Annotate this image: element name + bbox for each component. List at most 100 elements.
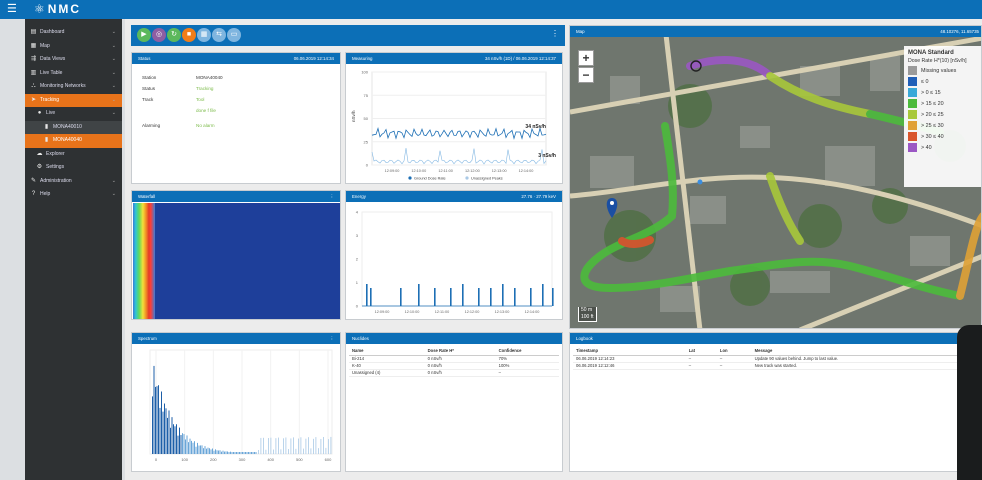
chevron-down-icon: ⌄ — [111, 177, 116, 184]
table-icon: ▥ — [30, 69, 37, 76]
sidebar-item-administration[interactable]: ✎ Administration ⌄ — [25, 175, 122, 189]
spectrum-bar — [224, 451, 225, 454]
waterfall-panel-title: Waterfall — [138, 194, 156, 199]
sidebar-item-live[interactable]: ● Live ⌄ — [25, 107, 122, 121]
sidebar-item-data-views[interactable]: ⇶ Data Views ⌄ — [25, 53, 122, 67]
spectrum-bar — [174, 426, 176, 454]
sidebar-item-dashboard[interactable]: ▤ Dashboard ⌄ — [25, 26, 122, 40]
map-panel[interactable]: Map 48.10276, 11.65735 + − 50 m 100 ft MON… — [569, 25, 982, 329]
status-value: MONA40040 — [196, 75, 223, 80]
nuclides-panel: Nuclides Name Dose Rate H* Confidence Bi-21… — [345, 332, 563, 472]
share-button[interactable]: ⇆ — [212, 28, 226, 42]
energy-peak — [366, 284, 368, 306]
column-header[interactable]: Message — [751, 347, 979, 356]
map-scale-imperial: 100 ft — [581, 314, 594, 320]
energy-xtick: 12:09:00 — [375, 310, 390, 314]
zoom-out-button[interactable]: − — [578, 67, 594, 83]
column-header[interactable]: Dose Rate H* — [424, 347, 496, 356]
record-button[interactable]: ◎ — [152, 28, 166, 42]
column-header[interactable]: Confidence — [495, 347, 559, 356]
spectrum-bar — [303, 448, 304, 454]
table-row[interactable]: 06.06.2019 12:12:46– – New track was start… — [573, 362, 979, 370]
measuring-ytick: 75 — [364, 93, 369, 98]
measuring-panel: Measuring 34 nSv/h (1D) / 06.06.2019 12:1… — [345, 52, 563, 184]
spectrum-bar — [248, 452, 249, 454]
legend-row: ≤ 0 — [908, 77, 980, 88]
sidebar-item-explorer[interactable]: ☁ Explorer — [25, 148, 122, 162]
waterfall-more-icon[interactable]: ⋮ — [330, 191, 334, 202]
spectrum-bar — [156, 386, 158, 454]
legend-label: > 40 — [921, 145, 932, 151]
table-row[interactable]: 06.06.2019 12:14:23– – Update 90 values be… — [573, 355, 979, 363]
explorer-icon: ☁ — [36, 150, 43, 157]
stop-button[interactable]: ■ — [182, 28, 196, 42]
chevron-down-icon: ⌄ — [111, 83, 116, 89]
spectrum-bar — [218, 450, 219, 454]
legend-swatch — [908, 143, 917, 153]
status-panel: Status 06.06.2019 12:14:34 Station MONA400… — [131, 52, 341, 184]
waterfall-panel-header: Waterfall ⋮ — [132, 191, 340, 202]
play-button[interactable]: ▶ — [137, 28, 151, 42]
map-panel-header: Map 48.10276, 11.65735 — [570, 26, 981, 37]
play-icon: ▶ — [141, 31, 147, 38]
spectrum-bar — [222, 450, 224, 454]
spectrum-bar — [189, 438, 191, 454]
energy-xtick: 12:10:00 — [405, 310, 420, 314]
measuring-xtick: 12:11:00 — [438, 169, 453, 173]
table-row[interactable]: Unassigned (4) 0 nSv/h – — [349, 369, 559, 377]
column-header[interactable]: Lat — [685, 347, 717, 356]
measuring-header-value: 34 nSv/h (1D) / 06.06.2019 12:14:37 — [484, 56, 556, 61]
sidebar-item-mona40040[interactable]: ▮ MONA40040 — [25, 134, 122, 148]
energy-peak — [400, 288, 402, 306]
hamburger-icon[interactable]: ☰ — [7, 3, 17, 15]
map-legend: MONA Standard Dose Rate H*(10) [nSv/h] M… — [904, 46, 981, 187]
measuring-ylabel: nSv/h — [351, 110, 356, 122]
sidebar-item-label: Explorer — [46, 150, 65, 157]
spectrum-bar — [283, 438, 284, 454]
app-logo[interactable]: ⚛ NMC — [34, 3, 81, 16]
screenshot-frame: ☰ ⚛ NMC ▤ Dashboard ⌄ ▦ Map ⌄ ⇶ Data Views ⌄ ▥ Live… — [0, 0, 982, 480]
column-header[interactable]: Timestamp — [573, 347, 686, 356]
column-header[interactable]: Name — [349, 347, 425, 356]
spectrum-bar — [173, 424, 174, 454]
energy-xtick: 12:14:00 — [525, 310, 540, 314]
status-value: done f file — [196, 108, 216, 113]
table-cell: – — [685, 362, 717, 370]
monitor-button[interactable]: ▭ — [227, 28, 241, 42]
device-icon: ▮ — [44, 137, 49, 143]
legend-label: > 30 ≤ 40 — [921, 134, 944, 140]
grid-button[interactable]: ▦ — [197, 28, 211, 42]
spectrum-bar — [176, 424, 177, 454]
sidebar-item-map[interactable]: ▦ Map ⌄ — [25, 40, 122, 54]
energy-panel-header: Energy 27.76 · 27.79 keV — [346, 191, 562, 202]
spectrum-bar — [206, 448, 207, 454]
waterfall-plot — [133, 203, 340, 319]
zoom-in-button[interactable]: + — [578, 50, 594, 66]
toolbar-more-icon[interactable]: ⋮ — [551, 29, 559, 38]
spectrum-bar — [268, 438, 269, 454]
table-cell: 06.06.2019 12:12:46 — [573, 362, 686, 370]
spectrum-bar — [209, 448, 210, 454]
settings-icon: ⚙ — [36, 164, 43, 170]
measuring-xtick: 12:10:00 — [411, 169, 426, 173]
sidebar-item-live-table[interactable]: ▥ Live Table ⌄ — [25, 67, 122, 81]
sidebar-item-monitoring-networks[interactable]: ⛬ Monitoring Networks ⌄ — [25, 80, 122, 94]
table-row[interactable]: K-40 0 nSv/h 100% — [349, 362, 559, 370]
foreground-person-silhouette — [957, 325, 982, 480]
energy-peak — [370, 288, 372, 306]
chevron-down-icon: ⌄ — [111, 191, 116, 197]
spectrum-bar — [295, 448, 297, 454]
sidebar-item-tracking[interactable]: ➤ Tracking ⌄ — [25, 93, 122, 107]
spectrum-more-icon[interactable]: ⋮ — [330, 333, 334, 344]
sidebar-item-settings[interactable]: ⚙ Settings — [25, 161, 122, 175]
sidebar-item-mona40010[interactable]: ▮ MONA40010 — [25, 120, 122, 134]
spectrum-xtick: 200 — [210, 457, 217, 462]
grid-icon: ▦ — [200, 31, 208, 38]
spectrum-bar — [194, 441, 195, 454]
refresh-button[interactable]: ↻ — [167, 28, 181, 42]
spectrum-bar — [180, 435, 182, 454]
map-position-dot[interactable] — [697, 179, 703, 185]
sidebar-item-help[interactable]: ? Help ⌄ — [25, 188, 122, 202]
column-header[interactable]: Lon — [716, 347, 752, 356]
table-row[interactable]: Bi-214 0 nSv/h 70% — [349, 355, 559, 363]
